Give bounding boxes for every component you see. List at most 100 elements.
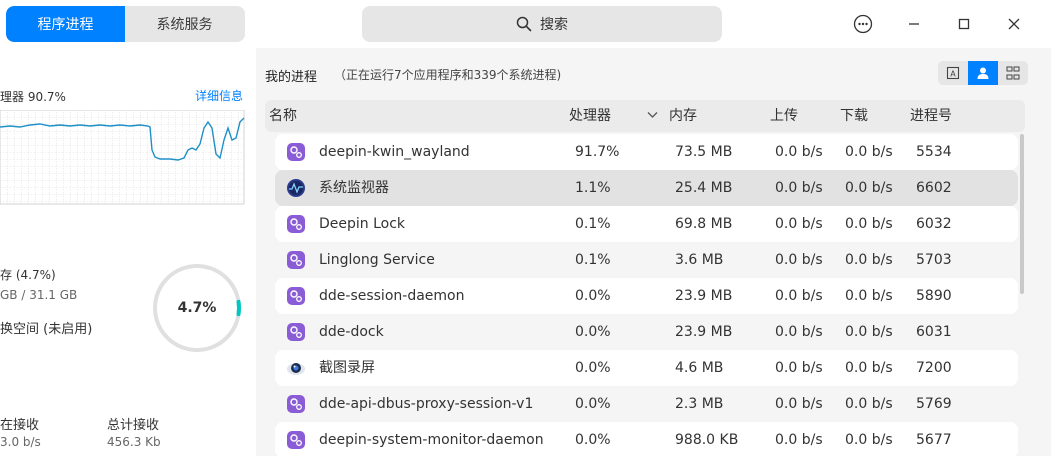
sort-desc-icon[interactable] — [647, 111, 658, 119]
header-memory[interactable]: 内存 — [669, 100, 697, 132]
process-download: 0.0 b/s — [845, 216, 893, 232]
header-upload[interactable]: 上传 — [770, 100, 798, 132]
process-upload: 0.0 b/s — [775, 252, 823, 268]
process-row[interactable]: 系统监视器 1.1% 25.4 MB 0.0 b/s 0.0 b/s 6602 — [275, 170, 1018, 206]
net-total-label: 总计接收 — [107, 418, 160, 433]
process-upload: 0.0 b/s — [775, 216, 823, 232]
cpu-usage-graph — [0, 110, 245, 205]
process-memory: 4.6 MB — [675, 360, 724, 376]
process-pid: 5769 — [916, 396, 952, 412]
process-name: dde-session-daemon — [319, 288, 465, 304]
process-pid: 7200 — [916, 360, 952, 376]
process-memory: 988.0 KB — [675, 432, 739, 448]
tab-processes[interactable]: 程序进程 — [6, 6, 125, 42]
process-memory: 73.5 MB — [675, 144, 733, 160]
menu-button[interactable] — [849, 10, 877, 38]
process-cpu: 0.0% — [575, 288, 611, 304]
process-icon — [286, 250, 306, 270]
process-name: Deepin Lock — [319, 216, 406, 232]
process-memory: 23.9 MB — [675, 288, 733, 304]
process-upload: 0.0 b/s — [775, 324, 823, 340]
process-cpu: 0.1% — [575, 252, 611, 268]
process-row[interactable]: deepin-system-monitor-daemon 0.0% 988.0 KB… — [275, 422, 1018, 456]
close-button[interactable] — [1000, 10, 1028, 38]
process-cpu: 0.0% — [575, 396, 611, 412]
app-view-icon: A — [946, 66, 960, 80]
process-icon — [286, 142, 306, 162]
process-cpu: 91.7% — [575, 144, 620, 160]
process-pid: 6031 — [916, 324, 952, 340]
process-row[interactable]: Deepin Lock 0.1% 69.8 MB 0.0 b/s 0.0 b/s 6032 — [275, 206, 1018, 242]
process-cpu: 0.0% — [575, 324, 611, 340]
process-download: 0.0 b/s — [845, 396, 893, 412]
process-list: deepin-kwin_wayland 91.7% 73.5 MB 0.0 b/s 0.… — [275, 134, 1018, 456]
all-process-icon — [1006, 66, 1020, 80]
process-row[interactable]: dde-dock 0.0% 23.9 MB 0.0 b/s 0.0 b/s 6031 — [275, 314, 1018, 350]
cpu-usage-label: 理器 90.7% — [0, 90, 66, 104]
process-upload: 0.0 b/s — [775, 396, 823, 412]
process-pid: 5677 — [916, 432, 952, 448]
process-row[interactable]: 截图录屏 0.0% 4.6 MB 0.0 b/s 0.0 b/s 7200 — [275, 350, 1018, 386]
process-cpu: 0.1% — [575, 216, 611, 232]
minimize-button[interactable] — [900, 10, 928, 38]
process-row[interactable]: dde-session-daemon 0.0% 23.9 MB 0.0 b/s 0.0 … — [275, 278, 1018, 314]
process-download: 0.0 b/s — [845, 144, 893, 160]
tab-services[interactable]: 系统服务 — [125, 6, 244, 42]
screenshot-icon — [286, 358, 306, 378]
memory-label: 存 (4.7%) — [0, 268, 56, 282]
process-download: 0.0 b/s — [845, 324, 893, 340]
process-name: dde-api-dbus-proxy-session-v1 — [319, 396, 534, 412]
panel-title: 我的进程 — [265, 70, 318, 85]
process-cpu: 1.1% — [575, 180, 611, 196]
process-memory: 69.8 MB — [675, 216, 733, 232]
header-cpu[interactable]: 处理器 — [569, 100, 611, 132]
process-name: Linglong Service — [319, 252, 435, 268]
process-download: 0.0 b/s — [845, 360, 893, 376]
process-upload: 0.0 b/s — [775, 144, 823, 160]
process-upload: 0.0 b/s — [775, 180, 823, 196]
process-pid: 5890 — [916, 288, 952, 304]
search-box[interactable]: 搜索 — [362, 6, 722, 42]
process-name: deepin-system-monitor-daemon — [319, 432, 544, 448]
process-name: dde-dock — [319, 324, 384, 340]
process-upload: 0.0 b/s — [775, 360, 823, 376]
header-pid[interactable]: 进程号 — [910, 100, 952, 132]
process-cpu: 0.0% — [575, 432, 611, 448]
process-memory: 2.3 MB — [675, 396, 724, 412]
process-row[interactable]: dde-api-dbus-proxy-session-v1 0.0% 2.3 MB 0… — [275, 386, 1018, 422]
view-tabs: 程序进程 系统服务 — [6, 6, 245, 42]
app-view-button[interactable]: A — [938, 61, 968, 85]
process-pid: 5703 — [916, 252, 952, 268]
process-pid: 6602 — [916, 180, 952, 196]
process-pid: 6032 — [916, 216, 952, 232]
header-name[interactable]: 名称 — [269, 100, 297, 132]
process-summary: （正在运行7个应用程序和339个系统进程) — [334, 68, 562, 82]
user-process-button[interactable] — [968, 61, 998, 85]
process-upload: 0.0 b/s — [775, 288, 823, 304]
overview-panel: 理器 90.7% 详细信息 存 (4.7%) GB / 31.1 GB 换空间 … — [0, 48, 256, 456]
process-icon — [286, 214, 306, 234]
process-memory: 3.6 MB — [675, 252, 724, 268]
process-row[interactable]: Linglong Service 0.1% 3.6 MB 0.0 b/s 0.0 b/s… — [275, 242, 1018, 278]
process-row[interactable]: deepin-kwin_wayland 91.7% 73.5 MB 0.0 b/s 0.… — [275, 134, 1018, 170]
memory-percent: 4.7% — [177, 300, 217, 316]
user-process-icon — [977, 67, 989, 79]
net-total-value: 456.3 Kb — [107, 435, 161, 449]
close-icon — [1008, 18, 1020, 30]
menu-icon — [853, 14, 873, 34]
net-receiving-value: 3.0 b/s — [0, 435, 41, 449]
all-process-button[interactable] — [998, 61, 1028, 85]
minimize-icon — [909, 23, 919, 25]
detail-link[interactable]: 详细信息 — [195, 87, 243, 104]
header-download[interactable]: 下载 — [840, 100, 868, 132]
process-download: 0.0 b/s — [845, 252, 893, 268]
process-download: 0.0 b/s — [845, 432, 893, 448]
maximize-icon — [958, 18, 970, 30]
memory-size: GB / 31.1 GB — [0, 288, 78, 302]
system-monitor-icon — [286, 178, 306, 198]
maximize-button[interactable] — [950, 10, 978, 38]
view-switcher: A — [938, 61, 1028, 85]
process-download: 0.0 b/s — [845, 288, 893, 304]
scrollbar[interactable] — [1020, 134, 1024, 294]
process-icon — [286, 394, 306, 414]
